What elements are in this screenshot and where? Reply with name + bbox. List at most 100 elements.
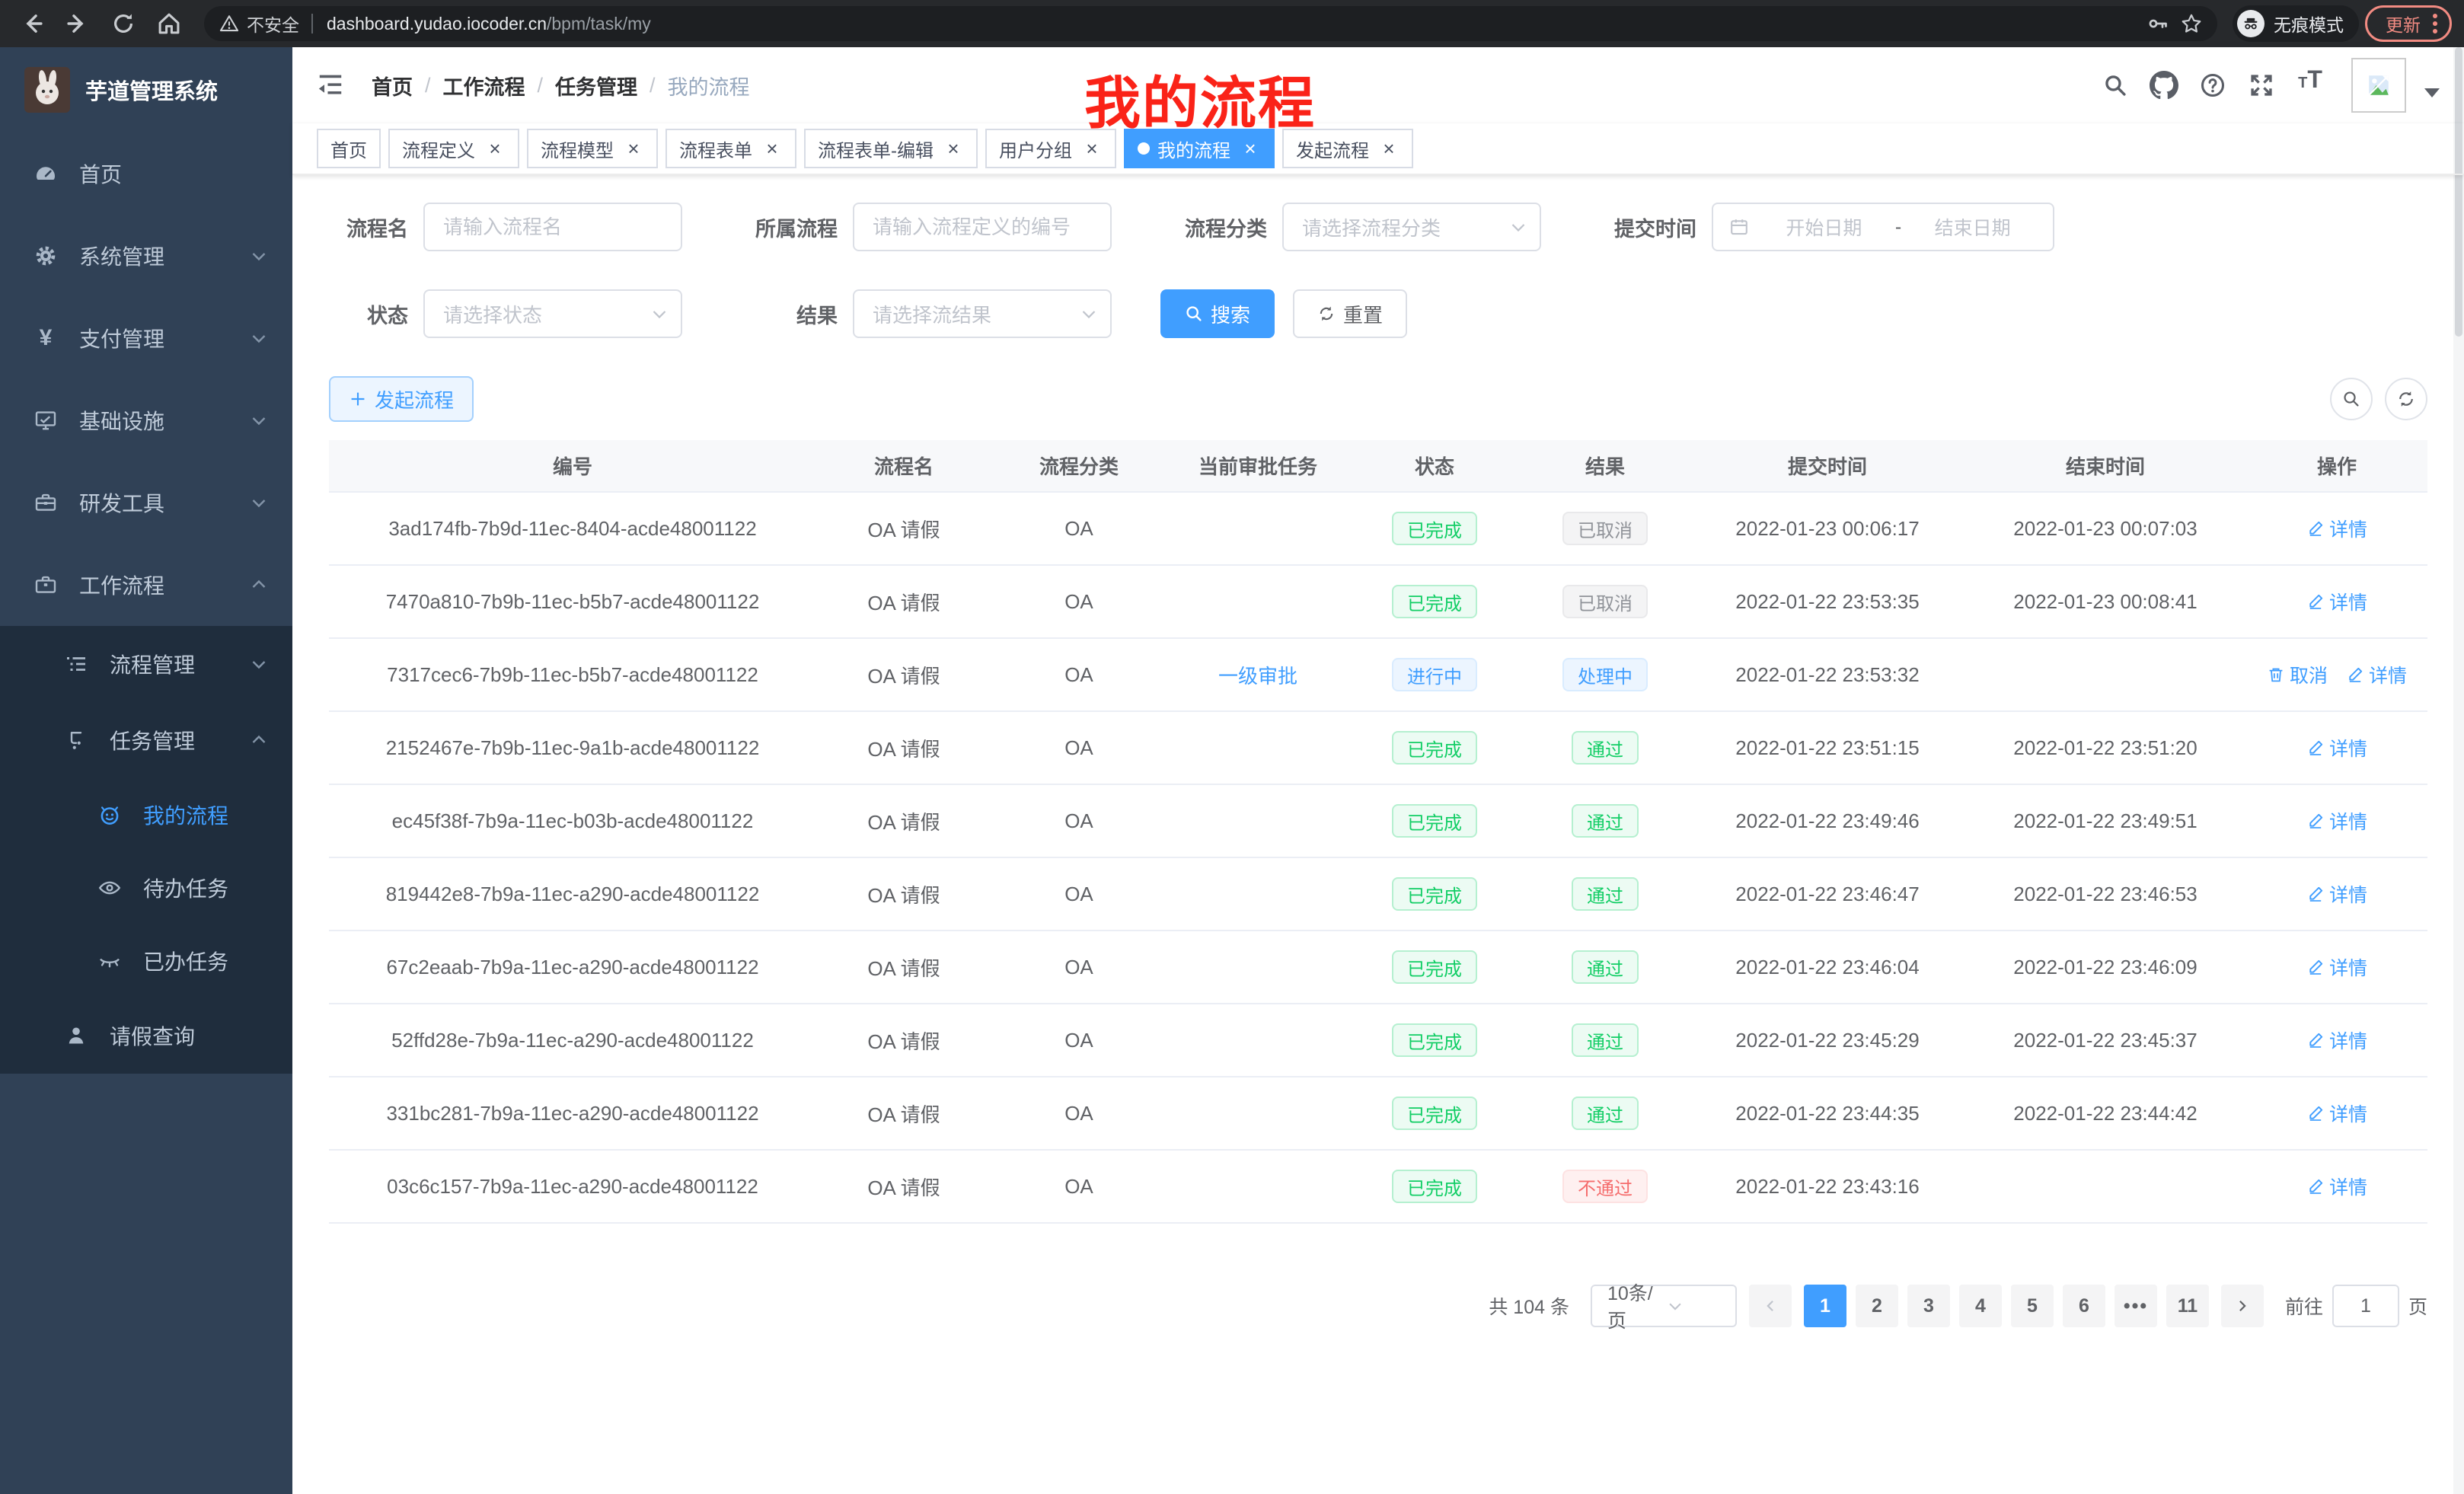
app-logo[interactable]: 芋道管理系统 [0,47,292,132]
page-button-6[interactable]: 6 [2063,1285,2105,1327]
detail-action[interactable]: 详情 [2306,1026,2367,1054]
page-size-select[interactable]: 10条/页 [1591,1285,1737,1327]
page-button-2[interactable]: 2 [1856,1285,1898,1327]
sidebar-item-process-mgmt[interactable]: 流程管理 [0,626,292,702]
browser-menu-icon[interactable] [2433,14,2437,34]
status-select[interactable]: 请选择状态 [423,289,682,338]
sidebar-item-label: 已办任务 [143,946,228,976]
close-icon[interactable]: × [943,138,964,159]
security-warning-icon[interactable] [219,14,239,34]
browser-address-bar[interactable]: 不安全 dashboard.yudao.iocoder.cn/bpm/task/… [204,6,2217,41]
tab-首页[interactable]: 首页 [317,129,381,168]
password-key-icon[interactable] [2141,7,2175,40]
more-pages-icon[interactable]: ••• [2115,1285,2157,1327]
sidebar-item-infra[interactable]: 基础设施 [0,379,292,461]
avatar-caret-icon[interactable] [2424,88,2440,97]
result-badge-cell: 不通过 [1520,1150,1690,1223]
sidebar-item-devtools[interactable]: 研发工具 [0,461,292,544]
forward-icon[interactable] [58,4,97,43]
sidebar-item-todo-tasks[interactable]: 待办任务 [0,851,292,924]
page-button-4[interactable]: 4 [1959,1285,2002,1327]
page-button-11[interactable]: 11 [2166,1285,2209,1327]
tab-label: 我的流程 [1157,136,1230,162]
browser-update-button[interactable]: 更新 [2365,5,2452,42]
cancel-action[interactable]: 取消 [2267,661,2328,688]
sidebar-item-task-mgmt[interactable]: 任务管理 [0,702,292,778]
help-icon[interactable] [2193,65,2233,105]
github-icon[interactable] [2144,65,2184,105]
result-badge-cell: 已取消 [1520,492,1690,565]
toggle-search-button[interactable] [2330,378,2373,420]
prev-page-button[interactable] [1749,1285,1792,1327]
close-icon[interactable]: × [484,138,506,159]
scrollbar-thumb[interactable] [2455,47,2462,337]
detail-action[interactable]: 详情 [2346,661,2407,688]
reset-button[interactable]: 重置 [1293,289,1407,338]
back-icon[interactable] [12,4,52,43]
breadcrumb-item[interactable]: 首页 [372,71,413,101]
page-button-1[interactable]: 1 [1804,1285,1846,1327]
close-icon[interactable]: × [1081,138,1103,159]
page-button-3[interactable]: 3 [1907,1285,1950,1327]
detail-action[interactable]: 详情 [2306,1100,2367,1127]
incognito-label: 无痕模式 [2274,11,2344,37]
search-icon[interactable] [2095,65,2135,105]
breadcrumb-item[interactable]: 任务管理 [555,71,637,101]
scrollbar[interactable] [2453,47,2464,1494]
sidebar-item-system[interactable]: 系统管理 [0,215,292,297]
close-icon[interactable]: × [623,138,644,159]
detail-action[interactable]: 详情 [2306,515,2367,542]
status-badge-cell: 已完成 [1349,711,1520,784]
result-badge: 通过 [1572,877,1639,911]
tab-流程定义[interactable]: 流程定义× [388,129,519,168]
process-category: OA [991,565,1167,638]
current-task-cell [1167,1077,1349,1150]
table-row: 2152467e-7b9b-11ec-9a1b-acde48001122OA 请… [329,711,2427,784]
tab-发起流程[interactable]: 发起流程× [1282,129,1413,168]
process-name-input[interactable] [423,203,682,251]
tab-流程模型[interactable]: 流程模型× [527,129,658,168]
close-icon[interactable]: × [1378,138,1400,159]
refresh-table-button[interactable] [2385,378,2427,420]
sidebar-item-workflow[interactable]: 工作流程 [0,544,292,626]
result-badge: 通过 [1572,950,1639,984]
jump-page-input[interactable] [2332,1285,2399,1327]
process-def-input[interactable] [853,203,1112,251]
tab-流程表单[interactable]: 流程表单× [665,129,796,168]
bookmark-star-icon[interactable] [2175,7,2208,40]
tab-我的流程[interactable]: 我的流程 × [1124,129,1275,168]
category-select[interactable]: 请选择流程分类 [1282,203,1541,251]
close-icon[interactable]: × [761,138,783,159]
search-button[interactable]: 搜索 [1160,289,1275,338]
current-task-link[interactable]: 一级审批 [1218,665,1297,688]
detail-action[interactable]: 详情 [2306,880,2367,908]
next-page-button[interactable] [2221,1285,2264,1327]
sidebar-item-leave-query[interactable]: 请假查询 [0,998,292,1074]
fullscreen-icon[interactable] [2242,65,2281,105]
home-icon[interactable] [149,4,189,43]
font-size-icon[interactable]: TT [2290,65,2330,105]
sidebar-item-payment[interactable]: ¥ 支付管理 [0,297,292,379]
detail-action[interactable]: 详情 [2306,734,2367,761]
sidebar-item-my-process[interactable]: 我的流程 [0,778,292,851]
avatar[interactable] [2351,58,2406,113]
sidebar-collapse-button[interactable] [317,70,347,101]
column-header: 编号 [329,440,816,492]
result-badge-cell: 通过 [1520,931,1690,1004]
reload-icon[interactable] [104,4,143,43]
detail-action[interactable]: 详情 [2306,807,2367,835]
page-button-5[interactable]: 5 [2011,1285,2054,1327]
sidebar-item-home[interactable]: 首页 [0,132,292,215]
close-icon[interactable]: × [1240,138,1261,159]
end-time: 2022-01-22 23:49:51 [1964,784,2246,857]
detail-action[interactable]: 详情 [2306,1173,2367,1200]
detail-action[interactable]: 详情 [2306,588,2367,615]
sidebar-item-done-tasks[interactable]: 已办任务 [0,924,292,998]
result-select[interactable]: 请选择流结果 [853,289,1112,338]
create-process-button[interactable]: 发起流程 [329,376,474,422]
breadcrumb-item[interactable]: 工作流程 [443,71,525,101]
tab-流程表单-编辑[interactable]: 流程表单-编辑× [804,129,978,168]
submit-time-range-picker[interactable]: 开始日期 - 结束日期 [1712,203,2054,251]
detail-action[interactable]: 详情 [2306,953,2367,981]
tab-用户分组[interactable]: 用户分组× [985,129,1116,168]
